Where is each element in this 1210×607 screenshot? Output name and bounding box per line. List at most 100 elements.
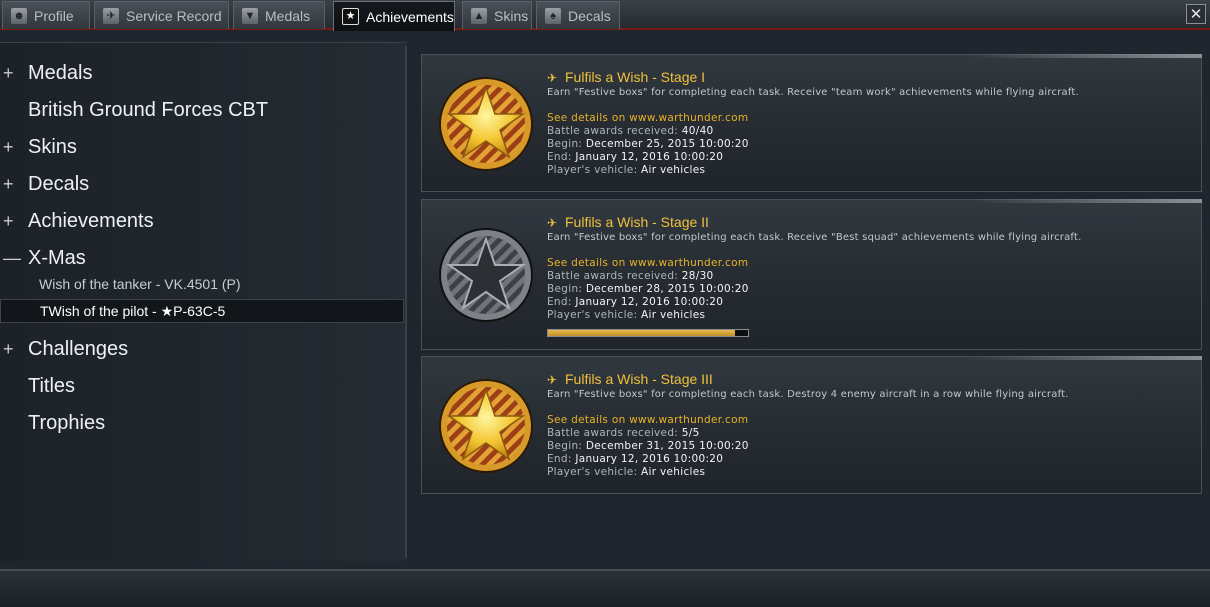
begin-row: Begin: December 25, 2015 10:00:20: [547, 138, 1187, 151]
details-link[interactable]: See details on www.warthunder.com: [547, 414, 1187, 427]
vehicle-value: Air vehicles: [641, 164, 706, 176]
nav-sub-item-pilot[interactable]: TWish of the pilot - ★P-63C-5: [0, 299, 404, 323]
achievement-progress-bar: [547, 329, 749, 337]
close-button[interactable]: ✕: [1186, 4, 1206, 24]
end-value: January 12, 2016 10:00:20: [575, 296, 724, 308]
pane-divider: [405, 46, 407, 558]
nav-item-challenges[interactable]: + Challenges: [0, 335, 404, 363]
gold-star-medal-icon: [438, 378, 534, 474]
nav-item-titles[interactable]: Titles: [0, 372, 404, 400]
nav-item-label: British Ground Forces CBT: [28, 98, 269, 121]
battle-awards-label: Battle awards received:: [547, 270, 682, 282]
vehicle-row: Player's vehicle: Air vehicles: [547, 466, 1187, 479]
vehicle-label: Player's vehicle:: [547, 309, 642, 321]
tab-skins[interactable]: ▲ Skins: [462, 1, 532, 29]
details-link[interactable]: See details on www.warthunder.com: [547, 257, 1187, 270]
gray-star-medal-icon: [438, 227, 534, 323]
nav-item-decals[interactable]: + Decals: [0, 170, 404, 198]
nav-sub-item-label: Wish of the tanker - VK.4501 (P): [39, 276, 241, 292]
achievement-description: Earn "Festive boxs" for completing each …: [547, 389, 1069, 400]
nav-item-label: X-Mas: [28, 246, 86, 269]
service-record-icon: ✈: [103, 7, 119, 24]
expand-icon: +: [3, 173, 14, 194]
achievement-details: ✈ Fulfils a Wish - Stage III Earn "Festiv…: [547, 371, 1187, 479]
begin-label: Begin:: [547, 138, 586, 150]
bottom-bar: [0, 569, 1210, 607]
vehicle-row: Player's vehicle: Air vehicles: [547, 164, 1187, 177]
achievement-title-text: Fulfils a Wish - Stage I: [565, 69, 706, 85]
nav-item-x-mas[interactable]: — X-Mas: [0, 244, 404, 272]
tab-service-record[interactable]: ✈ Service Record: [94, 1, 229, 29]
tab-label: Skins: [494, 7, 529, 24]
nav-item-label: Skins: [28, 135, 77, 158]
end-label: End:: [547, 453, 576, 465]
begin-label: Begin:: [547, 283, 586, 295]
end-row: End: January 12, 2016 10:00:20: [547, 453, 1187, 466]
battle-awards-row: Battle awards received: 5/5: [547, 427, 1187, 440]
tab-label: Service Record: [126, 7, 222, 24]
nav-item-trophies[interactable]: Trophies: [0, 409, 404, 437]
progress-fill: [548, 330, 735, 336]
nav-sub-item-tanker[interactable]: Wish of the tanker - VK.4501 (P): [0, 272, 404, 296]
vehicle-value: Air vehicles: [641, 466, 706, 478]
gold-star-medal-icon: [438, 76, 534, 172]
nav-item-label: Trophies: [28, 411, 106, 434]
medal-icon: ▼: [242, 7, 258, 24]
tab-label: Medals: [265, 7, 311, 24]
battle-awards-row: Battle awards received: 28/30: [547, 270, 1187, 283]
achievement-title: ✈ Fulfils a Wish - Stage III: [547, 371, 1187, 387]
achievement-title: ✈ Fulfils a Wish - Stage I: [547, 69, 1187, 85]
battle-awards-value: 5/5: [681, 427, 700, 439]
spade-icon: ♠: [545, 7, 561, 24]
nav-item-label: Titles: [28, 374, 76, 397]
battle-awards-value: 28/30: [681, 270, 714, 282]
vehicle-label: Player's vehicle:: [547, 164, 642, 176]
nav-sub-item-label: TWish of the pilot - ★P-63C-5: [40, 302, 226, 319]
close-icon: ✕: [1189, 5, 1203, 23]
category-tree: + Medals British Ground Forces CBT + Ski…: [0, 42, 406, 561]
end-row: End: January 12, 2016 10:00:20: [547, 296, 1187, 309]
achievement-description: Earn "Festive boxs" for completing each …: [547, 87, 1079, 98]
tab-label: Achievements: [366, 8, 454, 25]
achievement-card[interactable]: ✈ Fulfils a Wish - Stage I Earn "Festive …: [421, 54, 1202, 192]
end-label: End:: [547, 151, 576, 163]
achievement-card[interactable]: ✈ Fulfils a Wish - Stage III Earn "Festiv…: [421, 356, 1202, 494]
gold-star-medal-icon: [439, 77, 533, 171]
expand-icon: +: [3, 210, 14, 231]
details-link[interactable]: See details on www.warthunder.com: [547, 112, 1187, 125]
tab-achievements[interactable]: ★ Achievements: [333, 1, 455, 31]
end-label: End:: [547, 296, 576, 308]
vehicle-row: Player's vehicle: Air vehicles: [547, 309, 1187, 322]
tab-medals[interactable]: ▼ Medals: [233, 1, 325, 29]
star-icon: ★: [342, 8, 359, 25]
nav-item-label: Decals: [28, 172, 90, 195]
achievement-details: ✈ Fulfils a Wish - Stage I Earn "Festive …: [547, 69, 1187, 177]
achievement-card[interactable]: ✈ Fulfils a Wish - Stage II Earn "Festive…: [421, 199, 1202, 350]
begin-value: December 25, 2015 10:00:20: [585, 138, 749, 150]
battle-awards-label: Battle awards received:: [547, 125, 682, 137]
battle-awards-value: 40/40: [681, 125, 714, 137]
battle-awards-label: Battle awards received:: [547, 427, 682, 439]
profile-icon: ☻: [11, 7, 27, 24]
achievement-details: ✈ Fulfils a Wish - Stage II Earn "Festive…: [547, 214, 1187, 322]
airplane-icon: ✈: [547, 373, 558, 387]
tab-label: Profile: [34, 7, 74, 24]
nav-item-skins[interactable]: + Skins: [0, 133, 404, 161]
achievement-title-text: Fulfils a Wish - Stage II: [565, 214, 709, 230]
end-value: January 12, 2016 10:00:20: [575, 151, 724, 163]
end-value: January 12, 2016 10:00:20: [575, 453, 724, 465]
tab-decals[interactable]: ♠ Decals: [536, 1, 620, 29]
nav-item-british-ground-forces[interactable]: British Ground Forces CBT: [0, 96, 404, 124]
begin-value: December 28, 2015 10:00:20: [585, 283, 749, 295]
nav-item-achievements[interactable]: + Achievements: [0, 207, 404, 235]
vehicle-label: Player's vehicle:: [547, 466, 642, 478]
tab-profile[interactable]: ☻ Profile: [2, 1, 90, 29]
achievement-title: ✈ Fulfils a Wish - Stage II: [547, 214, 1187, 230]
begin-row: Begin: December 28, 2015 10:00:20: [547, 283, 1187, 296]
begin-value: December 31, 2015 10:00:20: [585, 440, 749, 452]
nav-item-label: Achievements: [28, 209, 154, 232]
expand-icon: +: [3, 136, 14, 157]
nav-item-medals[interactable]: + Medals: [0, 59, 404, 87]
nav-item-label: Challenges: [28, 337, 129, 360]
begin-row: Begin: December 31, 2015 10:00:20: [547, 440, 1187, 453]
